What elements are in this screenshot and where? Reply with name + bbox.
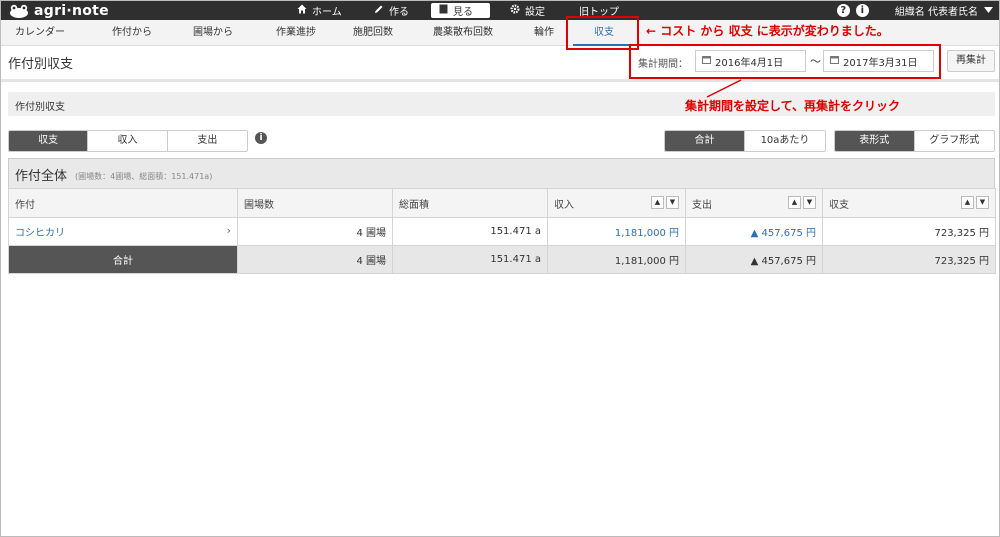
chevron-right-icon[interactable]: › — [227, 224, 231, 237]
table-header-bar: 作付全体 (圃場数：4圃場、総面積：151.471a) — [8, 158, 995, 188]
recalc-button[interactable]: 再集計 — [947, 50, 995, 72]
nav-settings[interactable]: 設定 — [510, 1, 545, 20]
toggle-table-view[interactable]: 表形式 — [835, 131, 915, 151]
home-icon — [297, 4, 307, 17]
toggle-total[interactable]: 合計 — [665, 131, 745, 151]
nav-home[interactable]: ホーム — [297, 1, 342, 20]
nav-create-label: 作る — [389, 7, 409, 18]
col-expense-label: 支出 — [692, 199, 712, 211]
toggle-balance[interactable]: 収支 — [9, 131, 89, 151]
view-toggle: 表形式 グラフ形式 — [834, 130, 995, 152]
total-income: 1,181,000 円 — [547, 245, 686, 274]
col-crop: 作付 — [8, 188, 238, 218]
info-icon[interactable]: i — [855, 4, 869, 17]
col-balance-label: 収支 — [829, 199, 849, 211]
nav-view-label: 見る — [453, 7, 473, 18]
col-income-label: 収入 — [554, 199, 574, 211]
tab-rotation[interactable]: 輪作 — [521, 20, 567, 46]
unit-toggle: 合計 10aあたり — [664, 130, 826, 152]
page-title: 作付別収支 — [8, 57, 74, 72]
sort-desc-icon[interactable]: ▼ — [803, 195, 816, 209]
cell-crop[interactable]: コシヒカリ › — [8, 217, 238, 246]
col-balance: 収支 ▲ ▼ — [822, 188, 996, 218]
toggle-per-10a[interactable]: 10aあたり — [745, 131, 825, 151]
balance-table: 作付 圃場数 総面積 収入 ▲ ▼ 支出 ▲ ▼ 収支 ▲ ▼ コシヒカリ › … — [8, 188, 996, 274]
book-icon — [439, 4, 448, 17]
toggle-graph-view[interactable]: グラフ形式 — [914, 131, 994, 151]
tab-pesticide-count[interactable]: 農薬散布回数 — [419, 20, 507, 46]
crop-link[interactable]: コシヒカリ — [15, 228, 65, 239]
nav-settings-label: 設定 — [525, 7, 545, 18]
tab-calendar[interactable]: カレンダー — [1, 20, 79, 46]
cell-balance: 723,325 円 — [822, 217, 996, 246]
tab-by-crop[interactable]: 作付から — [92, 20, 172, 46]
cell-area: 151.471 a — [392, 217, 548, 246]
nav-view[interactable]: 見る — [431, 3, 490, 18]
annotation-box-period — [629, 44, 941, 79]
sort-desc-icon[interactable]: ▼ — [976, 195, 989, 209]
toggle-expense[interactable]: 支出 — [167, 131, 247, 151]
nav-home-label: ホーム — [312, 7, 342, 18]
total-row: 合計 4 圃場 151.471 a 1,181,000 円 ▲ 457,675 … — [8, 245, 996, 274]
table-subtitle: (圃場数：4圃場、総面積：151.471a) — [75, 172, 213, 181]
cell-income-link[interactable]: 1,181,000 円 — [547, 217, 686, 246]
pencil-icon — [374, 4, 384, 17]
annotation-tab-note: ← コスト から 収支 に表示が変わりました。 — [646, 24, 889, 38]
logo-text: agri·note — [34, 2, 109, 19]
col-income: 収入 ▲ ▼ — [547, 188, 686, 218]
help-icon[interactable]: ? — [836, 4, 850, 17]
gear-icon — [510, 4, 520, 17]
total-balance: 723,325 円 — [822, 245, 996, 274]
app-logo[interactable]: agri·note — [9, 2, 109, 19]
col-area: 総面積 — [392, 188, 548, 218]
table-title: 作付全体 — [15, 169, 68, 184]
tab-fertilizer-count[interactable]: 施肥回数 — [339, 20, 407, 46]
type-toggle: 収支 収入 支出 — [8, 130, 248, 152]
caret-down-icon[interactable] — [984, 5, 993, 16]
total-area: 151.471 a — [392, 245, 548, 274]
total-label: 合計 — [8, 245, 238, 274]
info-icon[interactable]: i — [255, 132, 267, 144]
col-expense: 支出 ▲ ▼ — [685, 188, 823, 218]
divider — [1, 79, 999, 82]
table-row[interactable]: コシヒカリ › 4 圃場 151.471 a 1,181,000 円 ▲ 457… — [8, 217, 996, 246]
frog-logo-icon — [9, 4, 29, 18]
sort-asc-icon[interactable]: ▲ — [961, 195, 974, 209]
cell-fields: 4 圃場 — [237, 217, 393, 246]
total-expense: ▲ 457,675 円 — [685, 245, 823, 274]
tab-by-field[interactable]: 圃場から — [174, 20, 252, 46]
cell-expense-link[interactable]: ▲ 457,675 円 — [685, 217, 823, 246]
table-header-row: 作付 圃場数 総面積 収入 ▲ ▼ 支出 ▲ ▼ 収支 ▲ ▼ — [8, 188, 996, 218]
top-bar: agri·note ホーム 作る 見る 設定 旧トップ ? i 組織名 代表者氏… — [1, 1, 999, 20]
col-fields: 圃場数 — [237, 188, 393, 218]
annotation-period-note: 集計期間を設定して、再集計をクリック — [685, 99, 901, 113]
toggle-income[interactable]: 収入 — [88, 131, 168, 151]
sort-asc-icon[interactable]: ▲ — [651, 195, 664, 209]
tab-work-progress[interactable]: 作業進捗 — [255, 20, 337, 46]
nav-create[interactable]: 作る — [374, 1, 409, 20]
sort-desc-icon[interactable]: ▼ — [666, 195, 679, 209]
org-name[interactable]: 組織名 代表者氏名 — [895, 3, 978, 18]
total-fields: 4 圃場 — [237, 245, 393, 274]
sort-asc-icon[interactable]: ▲ — [788, 195, 801, 209]
section-label: 作付別収支 — [15, 102, 65, 113]
